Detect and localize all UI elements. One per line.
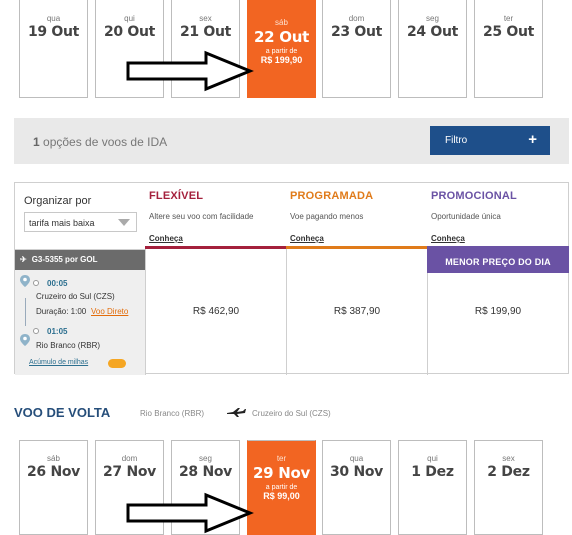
date-weekday: dom	[348, 14, 365, 23]
fare-column-promocional: PROMOCIONAL Oportunidade única Conheça M…	[427, 183, 569, 375]
date-card[interactable]: qui 1 Dez	[398, 440, 467, 535]
chevron-down-icon	[118, 219, 130, 226]
miles-link[interactable]: Acúmulo de milhas	[29, 359, 88, 366]
date-day: 23 Out	[330, 24, 383, 40]
fare-name: PROGRAMADA	[290, 190, 374, 202]
filter-button[interactable]: Filtro +	[430, 126, 550, 155]
fare-description: Voe pagando menos	[290, 212, 364, 221]
return-destination: Cruzeiro do Sul (CZS)	[252, 409, 331, 418]
date-card-selected[interactable]: ter 29 Nov a partir de R$ 99,00	[247, 440, 316, 535]
outbound-options-title: 1 opções de voos de IDA	[33, 135, 167, 149]
date-day: 30 Nov	[329, 464, 384, 480]
location-pin-icon	[20, 334, 30, 346]
date-weekday: ter	[276, 454, 287, 463]
flight-header: ✈ G3-5355 por GOL	[15, 250, 145, 270]
fare-column-programada: PROGRAMADA Voe pagando menos Conheça R$ …	[286, 183, 428, 375]
fare-name: FLEXÍVEL	[149, 190, 204, 202]
arrow-right-icon	[126, 492, 254, 534]
plus-icon: +	[528, 131, 537, 148]
date-day: 26 Nov	[26, 464, 81, 480]
date-day: 27 Nov	[102, 464, 157, 480]
options-count: 1	[33, 135, 40, 149]
filter-label: Filtro	[445, 135, 468, 146]
date-day: 24 Out	[406, 24, 459, 40]
sort-select[interactable]: tarifa mais baixa	[24, 212, 137, 232]
smiles-logo-icon	[108, 359, 126, 368]
fare-description: Oportunidade única	[431, 212, 501, 221]
sort-panel: Organizar por tarifa mais baixa	[15, 183, 145, 249]
date-card-selected[interactable]: sáb 22 Out a partir de R$ 199,90	[247, 0, 316, 98]
return-date-strip: sáb 26 Nov dom 27 Nov seg 28 Nov ter 29 …	[0, 440, 572, 535]
date-day: 22 Out	[254, 28, 309, 46]
date-weekday: qua	[46, 14, 61, 23]
fare-price[interactable]: R$ 387,90	[286, 306, 428, 317]
plane-icon	[227, 408, 246, 417]
date-day: 25 Out	[482, 24, 535, 40]
date-weekday: qui	[427, 454, 438, 463]
location-pin-icon	[20, 275, 30, 287]
duration: Duração: 1:00	[36, 307, 87, 316]
fare-color-bar	[145, 246, 287, 249]
clock-icon	[33, 328, 39, 334]
sort-label: Organizar por	[24, 195, 92, 207]
date-price: R$ 199,90	[260, 55, 303, 65]
options-title-text: opções de voos de IDA	[43, 135, 168, 149]
date-day: 28 Nov	[178, 464, 233, 480]
date-day: 29 Nov	[253, 464, 310, 482]
fare-description: Altere seu voo com facilidade	[149, 212, 254, 221]
date-weekday: ter	[503, 14, 514, 23]
price-prefix: a partir de	[265, 484, 298, 491]
fare-info-link[interactable]: Conheça	[431, 234, 465, 243]
arrival-time: 01:05	[47, 327, 68, 336]
date-day: 1 Dez	[411, 464, 454, 480]
date-card[interactable]: seg 24 Out	[398, 0, 467, 98]
outbound-date-strip: qua 19 Out qui 20 Out sex 21 Out sáb 22 …	[0, 0, 572, 98]
return-origin: Rio Branco (RBR)	[140, 409, 205, 418]
date-weekday: sex	[199, 14, 212, 23]
fare-info-link[interactable]: Conheça	[290, 234, 324, 243]
return-title: VOO DE VOLTA	[14, 405, 111, 420]
fare-column-flexivel: FLEXÍVEL Altere seu voo com facilidade C…	[145, 183, 287, 375]
fare-table: Organizar por tarifa mais baixa FLEXÍVEL…	[14, 182, 569, 375]
plane-icon: ✈	[20, 255, 27, 264]
fare-color-bar	[286, 246, 428, 249]
return-header: VOO DE VOLTA Rio Branco (RBR) Cruzeiro d…	[14, 404, 554, 420]
flight-number: G3-5355 por GOL	[31, 255, 98, 264]
route-line	[25, 298, 26, 326]
date-weekday: seg	[199, 454, 212, 463]
date-weekday: sex	[502, 454, 515, 463]
arrival-city: Rio Branco (RBR)	[36, 341, 101, 350]
date-card[interactable]: qua 19 Out	[19, 0, 88, 98]
fare-price[interactable]: R$ 199,90	[427, 306, 569, 317]
date-weekday: qui	[124, 14, 135, 23]
departure-city: Cruzeiro do Sul (CZS)	[36, 292, 115, 301]
date-card[interactable]: dom 23 Out	[322, 0, 391, 98]
fare-name: PROMOCIONAL	[431, 190, 517, 202]
date-day: 20 Out	[103, 24, 156, 40]
departure-time: 00:05	[47, 279, 68, 288]
direct-flight-link[interactable]: Voo Direto	[91, 307, 128, 316]
lowest-price-badge: MENOR PREÇO DO DIA	[427, 249, 569, 273]
fare-info-link[interactable]: Conheça	[149, 234, 183, 243]
arrow-right-icon	[126, 50, 254, 92]
date-card[interactable]: sáb 26 Nov	[19, 440, 88, 535]
date-weekday: seg	[426, 14, 439, 23]
date-card[interactable]: ter 25 Out	[474, 0, 543, 98]
price-prefix: a partir de	[265, 48, 298, 55]
date-price: R$ 99,00	[263, 491, 300, 501]
sort-value: tarifa mais baixa	[29, 218, 95, 228]
date-weekday: sáb	[47, 454, 60, 463]
date-day: 19 Out	[27, 24, 80, 40]
date-weekday: dom	[121, 454, 138, 463]
date-card[interactable]: sex 2 Dez	[474, 440, 543, 535]
date-day: 2 Dez	[487, 464, 530, 480]
outbound-options-bar: 1 opções de voos de IDA Filtro +	[14, 118, 569, 164]
date-card[interactable]: qua 30 Nov	[322, 440, 391, 535]
date-weekday: sáb	[275, 18, 288, 27]
flight-info: ✈ G3-5355 por GOL 00:05 Cruzeiro do Sul (…	[15, 249, 145, 375]
fare-price[interactable]: R$ 462,90	[145, 306, 287, 317]
clock-icon	[33, 280, 39, 286]
date-weekday: qua	[349, 454, 364, 463]
date-day: 21 Out	[179, 24, 232, 40]
